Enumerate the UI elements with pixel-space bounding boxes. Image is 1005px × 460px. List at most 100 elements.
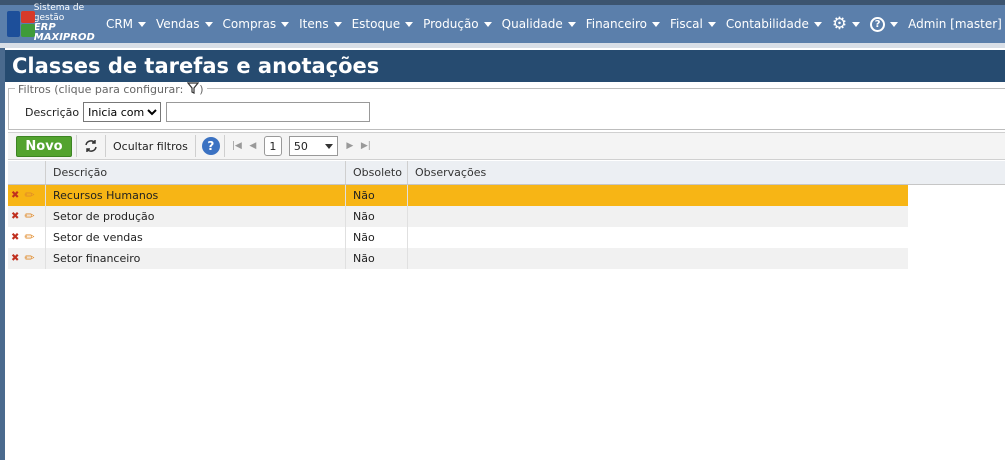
menu-settings[interactable]: ⚙ [827, 5, 865, 43]
grid-header: Descrição Obsoleto Observações [8, 161, 1005, 185]
refresh-icon[interactable] [81, 136, 101, 156]
caret-down-icon [567, 22, 576, 27]
data-grid: Descrição Obsoleto Observações ✖ ✏ Recurs… [8, 161, 1005, 269]
caret-down-icon [405, 22, 414, 27]
prev-page-icon[interactable]: ◀ [245, 141, 261, 151]
cell-obsoleto: Não [346, 248, 408, 269]
caret-down-icon [813, 22, 822, 27]
caret-down-icon [890, 22, 899, 27]
table-row[interactable]: ✖ ✏ Setor de produção Não [8, 206, 908, 227]
table-row[interactable]: ✖ ✏ Recursos Humanos Não [8, 185, 908, 206]
menu-label: Financeiro [585, 17, 647, 31]
caret-down-icon [204, 22, 213, 27]
menu-compras[interactable]: Compras [218, 5, 295, 43]
help-icon[interactable]: ? [201, 137, 220, 155]
menu-label: Compras [222, 17, 277, 31]
header-obsoleto[interactable]: Obsoleto [346, 161, 408, 184]
menu-vendas[interactable]: Vendas [151, 5, 218, 43]
edit-pencil-icon[interactable]: ✏ [24, 206, 34, 227]
filter-funnel-icon[interactable] [187, 82, 200, 97]
filter-value-input[interactable] [166, 102, 371, 122]
edit-pencil-icon[interactable]: ✏ [24, 248, 34, 269]
menu-label: CRM [105, 17, 134, 31]
page-title: Classes de tarefas e anotações [12, 54, 380, 78]
cell-descricao: Setor financeiro [46, 248, 346, 269]
filter-field-label: Descrição [25, 105, 80, 119]
delete-icon[interactable]: ✖ [11, 248, 19, 269]
toolbar-separator [76, 135, 77, 157]
delete-icon[interactable]: ✖ [11, 206, 19, 227]
page-number-input[interactable]: 1 [263, 136, 282, 156]
first-page-icon[interactable]: |◀ [229, 141, 245, 151]
last-page-icon[interactable]: ▶| [358, 141, 374, 151]
caret-down-icon [333, 22, 342, 27]
cell-observacoes [408, 206, 908, 227]
delete-icon[interactable]: ✖ [11, 227, 19, 248]
brand-line2: ERP MAXIPROD [33, 21, 95, 44]
page-size-select[interactable]: 50 [288, 136, 338, 156]
chevron-down-icon [324, 143, 333, 149]
table-row[interactable]: ✖ ✏ Setor de vendas Não [8, 227, 908, 248]
cell-observacoes [408, 185, 908, 206]
menu-label: Itens [299, 17, 329, 31]
brand-logo[interactable]: Sistema de gestão ERP MAXIPROD [0, 3, 101, 44]
cell-obsoleto: Não [346, 206, 408, 227]
menu-user[interactable]: Admin [master] [903, 5, 1005, 43]
edit-pencil-icon[interactable]: ✏ [24, 227, 34, 248]
toolbar-separator [105, 135, 106, 157]
menu-label: Qualidade [501, 17, 563, 31]
caret-down-icon [852, 22, 861, 27]
caret-down-icon [651, 22, 660, 27]
menu-crm[interactable]: CRM [101, 5, 151, 43]
caret-down-icon [707, 22, 716, 27]
filters-panel: Filtros (clique para configurar: ) Descr… [8, 82, 1005, 130]
filter-row: Descrição Inicia com [25, 102, 371, 122]
title-bar: Classes de tarefas e anotações [5, 50, 1005, 82]
table-row[interactable]: ✖ ✏ Setor financeiro Não [8, 248, 908, 269]
logo-mark-icon [7, 11, 35, 37]
gear-icon: ⚙ [831, 13, 848, 34]
cell-obsoleto: Não [346, 185, 408, 206]
toolbar-separator [194, 135, 196, 157]
help-circle-icon: ? [870, 16, 886, 32]
caret-down-icon [138, 22, 147, 27]
grid-toolbar: Novo Ocultar filtros ? |◀ ◀ 1 50 ▶ ▶| [8, 132, 1005, 160]
cell-descricao: Recursos Humanos [46, 185, 346, 206]
header-observacoes[interactable]: Observações [408, 161, 1005, 184]
new-button[interactable]: Novo [16, 135, 72, 157]
header-actions [8, 161, 46, 184]
menu-label: Vendas [156, 17, 200, 31]
menu-estoque[interactable]: Estoque [347, 5, 419, 43]
cell-obsoleto: Não [346, 227, 408, 248]
brand-line1: Sistema de gestão [33, 3, 85, 23]
menu-label: Estoque [351, 17, 401, 31]
menu-contabilidade[interactable]: Contabilidade [721, 5, 827, 43]
menu-fiscal[interactable]: Fiscal [665, 5, 721, 43]
cell-observacoes [408, 248, 908, 269]
user-label: Admin [master] [908, 17, 1002, 31]
hide-filters-button[interactable]: Ocultar filtros [110, 140, 191, 153]
caret-down-icon [281, 22, 290, 27]
filters-legend[interactable]: Filtros (clique para configurar: ) [15, 82, 207, 97]
cell-observacoes [408, 227, 908, 248]
filter-operator-select[interactable]: Inicia com [83, 102, 162, 122]
main-content: Classes de tarefas e anotações Filtros (… [5, 48, 1005, 460]
menu-producao[interactable]: Produção [418, 5, 497, 43]
menu-financeiro[interactable]: Financeiro [581, 5, 665, 43]
header-descricao[interactable]: Descrição [46, 161, 346, 184]
menu-label: Contabilidade [725, 17, 809, 31]
menu-itens[interactable]: Itens [294, 5, 346, 43]
filters-legend-close: ) [199, 83, 204, 96]
main-navbar: Sistema de gestão ERP MAXIPROD CRM Venda… [0, 3, 1005, 44]
cell-descricao: Setor de produção [46, 206, 346, 227]
filters-legend-text: Filtros (clique para configurar: [18, 83, 184, 96]
menu-qualidade[interactable]: Qualidade [497, 5, 581, 43]
caret-down-icon [483, 22, 492, 27]
delete-icon[interactable]: ✖ [11, 185, 19, 206]
menu-label: Produção [423, 17, 479, 31]
next-page-icon[interactable]: ▶ [342, 141, 358, 151]
menu-label: Fiscal [669, 17, 703, 31]
edit-pencil-icon[interactable]: ✏ [24, 185, 34, 206]
menu-help[interactable]: ? [865, 5, 903, 43]
toolbar-separator [223, 135, 225, 157]
